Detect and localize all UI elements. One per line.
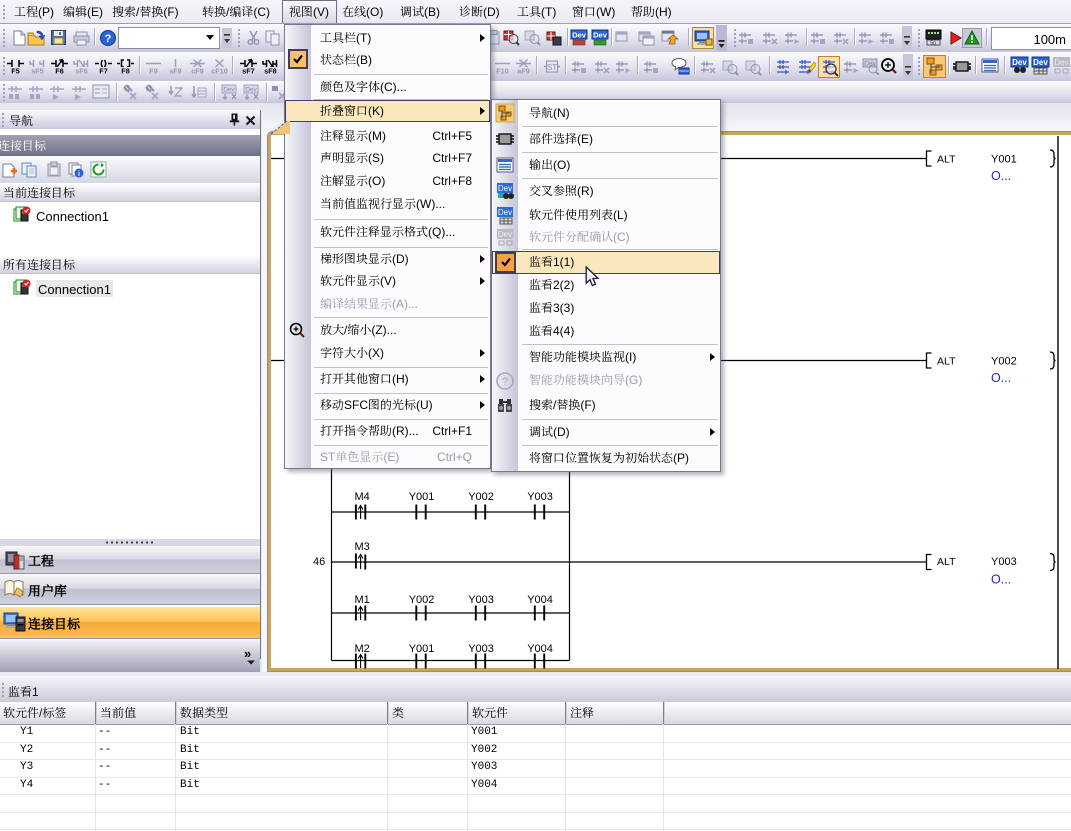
svg-text:Dev: Dev — [223, 87, 235, 94]
svg-text:Y001: Y001 — [409, 643, 435, 655]
svg-text:Y001: Y001 — [991, 154, 1017, 166]
svg-text:Y001: Y001 — [409, 491, 435, 503]
svg-text:Dev: Dev — [498, 208, 512, 217]
svg-text:Y003: Y003 — [468, 643, 494, 655]
svg-text:Y002: Y002 — [991, 356, 1017, 368]
svg-text:i: i — [78, 171, 80, 178]
svg-text:M4: M4 — [355, 491, 370, 503]
svg-text:Y004: Y004 — [527, 594, 553, 606]
svg-text:O...: O... — [991, 169, 1011, 183]
svg-text:Y002: Y002 — [409, 594, 435, 606]
svg-text:Y003: Y003 — [468, 594, 494, 606]
svg-text:Dev: Dev — [1033, 58, 1048, 67]
svg-text:ST: ST — [547, 63, 557, 72]
svg-text:Y003: Y003 — [991, 556, 1017, 568]
svg-text:M2: M2 — [355, 643, 370, 655]
svg-text:ALT: ALT — [937, 154, 956, 166]
svg-text:?: ? — [502, 376, 508, 388]
svg-text:Dev: Dev — [498, 230, 512, 239]
svg-text:?: ? — [105, 33, 112, 45]
svg-text:Y003: Y003 — [527, 491, 553, 503]
svg-text:Dev: Dev — [245, 87, 257, 94]
svg-text:46: 46 — [313, 556, 325, 568]
svg-text:O...: O... — [991, 573, 1011, 587]
svg-text:M3: M3 — [355, 541, 370, 553]
svg-text:Dev: Dev — [572, 31, 587, 40]
svg-text:ALT: ALT — [937, 356, 956, 368]
svg-text:Y004: Y004 — [527, 643, 553, 655]
svg-text:Y002: Y002 — [468, 491, 494, 503]
svg-text:Dev: Dev — [1012, 58, 1027, 67]
svg-text:M1: M1 — [355, 594, 370, 606]
svg-text:Dev: Dev — [1054, 58, 1068, 67]
svg-text:ALT: ALT — [937, 556, 956, 568]
svg-text:O...: O... — [991, 371, 1011, 385]
svg-text:Dev: Dev — [593, 31, 608, 40]
svg-text:Dev: Dev — [498, 184, 512, 193]
svg-text:5q: 5q — [930, 40, 936, 47]
